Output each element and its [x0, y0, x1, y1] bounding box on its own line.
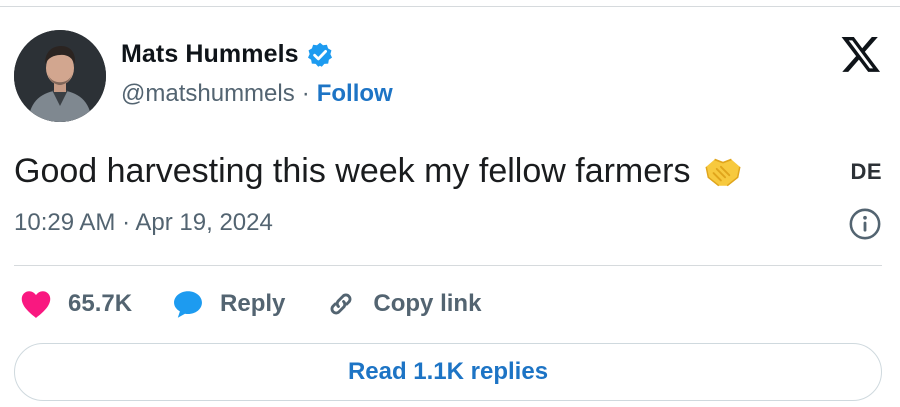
x-logo-icon[interactable] — [840, 33, 882, 75]
avatar[interactable] — [14, 30, 106, 122]
author-handle[interactable]: @matshummels — [121, 80, 295, 108]
tweet-timestamp[interactable]: 10:29 AM · Apr 19, 2024 — [14, 209, 273, 237]
tweet-text-row: Good harvesting this week my fellow farm… — [14, 150, 744, 192]
reply-label: Reply — [220, 290, 286, 317]
link-icon — [323, 286, 359, 322]
author-handle-row: @matshummels · Follow — [121, 80, 393, 108]
reply-button[interactable]: Reply — [170, 286, 285, 322]
action-bar: 65.7K Reply Copy link — [18, 284, 481, 324]
info-icon[interactable] — [848, 207, 882, 241]
like-button[interactable]: 65.7K — [18, 286, 132, 322]
read-replies-button[interactable]: Read 1.1K replies — [14, 343, 882, 401]
copy-link-label: Copy link — [373, 290, 482, 317]
follow-button[interactable]: Follow — [317, 80, 393, 108]
heart-icon — [18, 286, 54, 322]
language-badge[interactable]: DE — [850, 159, 882, 185]
author-name[interactable]: Mats Hummels — [121, 40, 299, 69]
verified-badge-icon — [306, 41, 334, 69]
top-divider — [0, 6, 900, 7]
author-name-row: Mats Hummels — [121, 40, 334, 69]
tweet-text: Good harvesting this week my fellow farm… — [14, 151, 691, 190]
avatar-photo — [14, 30, 106, 122]
copy-link-button[interactable]: Copy link — [323, 286, 481, 322]
likes-count: 65.7K — [68, 290, 133, 317]
reply-bubble-icon — [170, 286, 206, 322]
handshake-icon — [702, 150, 744, 192]
separator-dot: · — [301, 80, 310, 107]
actions-divider — [14, 265, 882, 266]
